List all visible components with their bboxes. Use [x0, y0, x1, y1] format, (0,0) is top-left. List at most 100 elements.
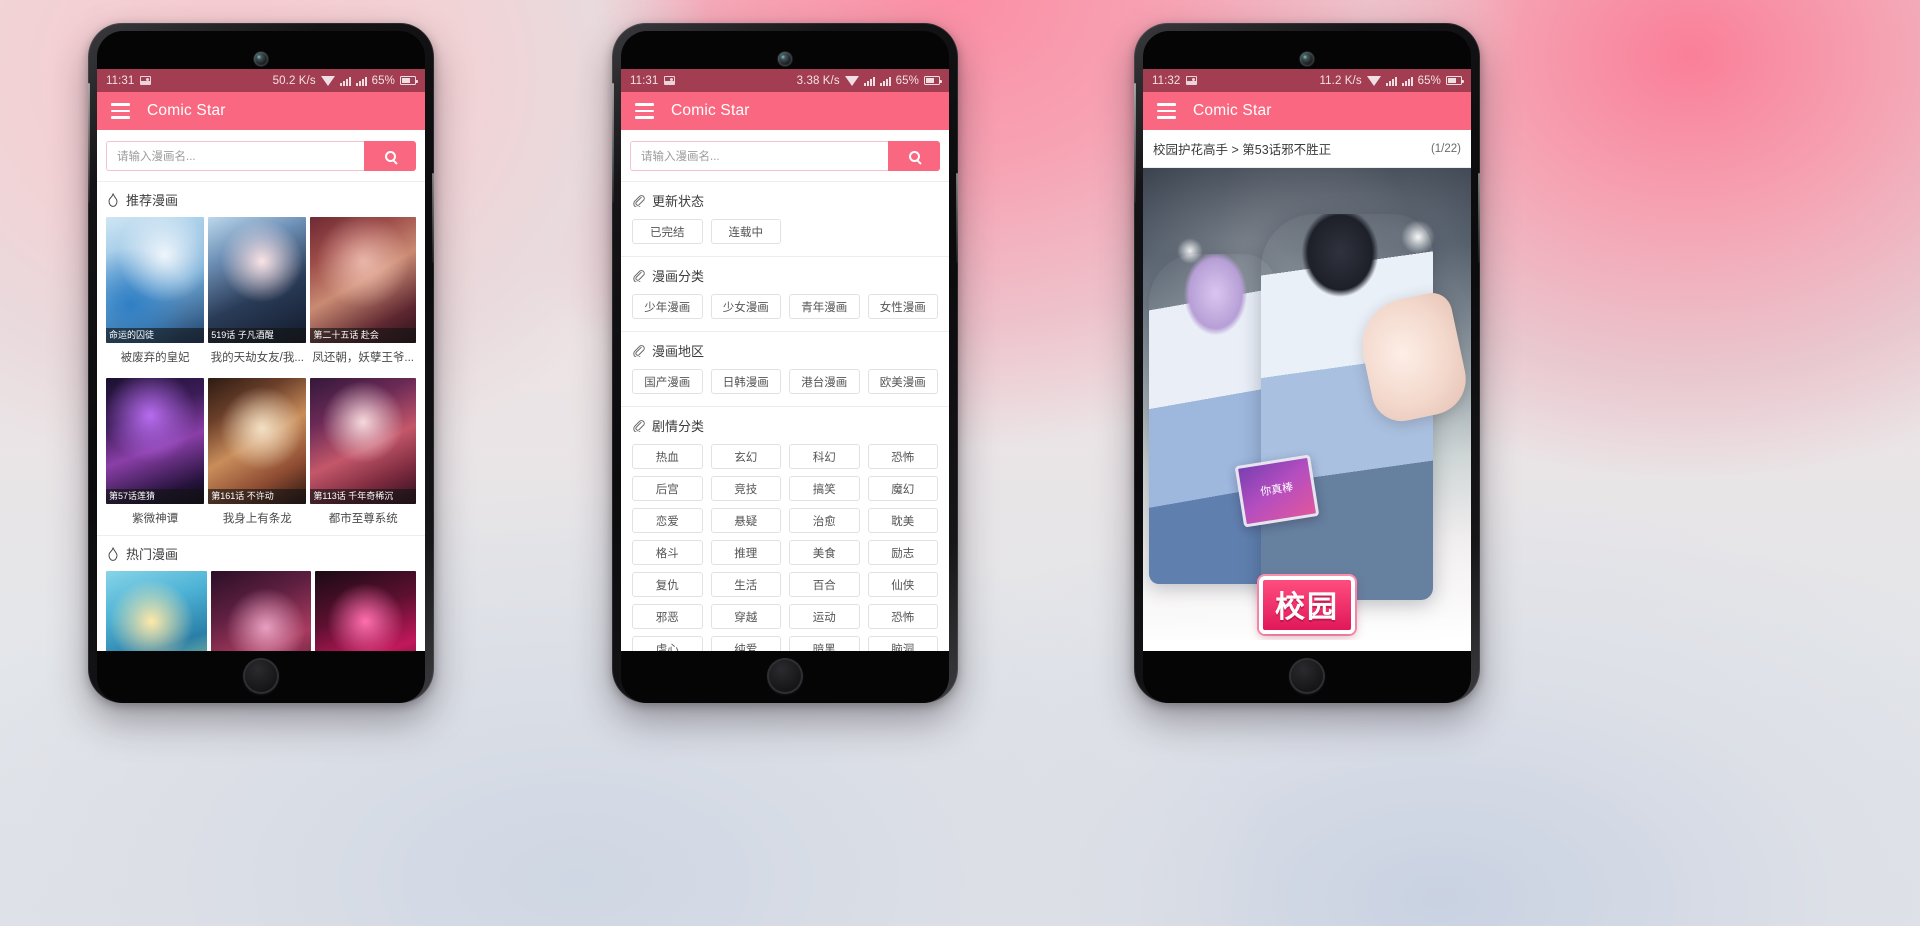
battery-percent: 65% [1417, 74, 1441, 87]
phone-bottom-bezel [621, 651, 949, 703]
filter-chip[interactable]: 竞技 [710, 476, 781, 501]
search-bar: 请输入漫画名... [97, 130, 425, 181]
comic-card[interactable]: 519话 子凡酒醒 我的天劫女友/我... [208, 217, 307, 374]
network-speed: 50.2 K/s [272, 74, 316, 87]
comic-card[interactable]: 第57话莲猜 紫微神谭 [106, 378, 205, 535]
home-button[interactable] [243, 658, 279, 694]
filter-chip[interactable]: 港台漫画 [789, 369, 860, 394]
status-bar: 11:31 50.2 K/s 65% [97, 69, 425, 92]
signal-icon-2 [355, 76, 367, 86]
filter-chip[interactable]: 少女漫画 [710, 294, 781, 319]
filter-chip[interactable]: 玄幻 [710, 444, 781, 469]
home-button[interactable] [1289, 658, 1325, 694]
filter-chip[interactable]: 美食 [789, 540, 860, 565]
search-input[interactable]: 请输入漫画名... [106, 141, 364, 171]
filter-chip[interactable]: 连载中 [710, 219, 781, 244]
network-speed: 3.38 K/s [796, 74, 840, 87]
comic-thumbnail[interactable]: 命运的囚徒 [106, 217, 205, 343]
phone-screen-home: 11:31 50.2 K/s 65% Comic Star 请输入漫画名... … [97, 69, 425, 651]
comic-thumbnail[interactable]: 第161话 不许动 [208, 378, 307, 504]
search-button[interactable] [888, 141, 940, 171]
filter-chip[interactable]: 纯爱 [710, 636, 781, 651]
comic-card[interactable]: 第113话 千年奇稀沉 都市至尊系统 [310, 378, 416, 535]
comic-title: 我的天劫女友/我... [210, 352, 304, 364]
comic-card[interactable] [315, 571, 416, 651]
comic-thumbnail[interactable] [315, 571, 416, 651]
comic-thumbnail[interactable]: 第113话 千年奇稀沉 [310, 378, 416, 504]
filter-chip[interactable]: 耽美 [867, 508, 938, 533]
filter-chip[interactable]: 女性漫画 [867, 294, 938, 319]
status-bar: 11:31 3.38 K/s 65% [621, 69, 949, 92]
filter-chip[interactable]: 百合 [789, 572, 860, 597]
filter-chip[interactable]: 仙侠 [867, 572, 938, 597]
filter-chip[interactable]: 科幻 [789, 444, 860, 469]
section-title: 推荐漫画 [126, 193, 179, 208]
search-input[interactable]: 请输入漫画名... [630, 141, 888, 171]
filter-chip[interactable]: 虐心 [632, 636, 703, 651]
filter-chip[interactable]: 邪恶 [632, 604, 703, 629]
phone-top-bezel [97, 31, 425, 69]
filter-chip[interactable]: 运动 [789, 604, 860, 629]
comic-card[interactable]: 第161话 不许动 我身上有条龙 [208, 378, 307, 535]
phone-top-bezel [621, 31, 949, 69]
search-button[interactable] [364, 141, 416, 171]
filter-chip[interactable]: 已完结 [632, 219, 703, 244]
comic-card[interactable] [210, 571, 312, 651]
filter-chip[interactable]: 治愈 [789, 508, 860, 533]
filter-chip[interactable]: 励志 [867, 540, 938, 565]
filter-chip[interactable]: 穿越 [710, 604, 781, 629]
signal-icon [1385, 76, 1397, 86]
battery-icon [400, 76, 418, 85]
comic-thumbnail[interactable]: 第二十五话 赴会 [310, 217, 416, 343]
comic-thumbnail[interactable]: 519话 子凡酒醒 [208, 217, 307, 343]
filter-chip[interactable]: 后宫 [632, 476, 703, 501]
filter-group-title: 漫画分类 [652, 269, 705, 284]
filter-chip[interactable]: 生活 [710, 572, 781, 597]
filter-chip[interactable]: 复仇 [632, 572, 703, 597]
filter-chip[interactable]: 格斗 [632, 540, 703, 565]
filter-chip[interactable]: 恐怖 [867, 604, 938, 629]
character-girl [1149, 254, 1277, 584]
filter-chip[interactable]: 魔幻 [867, 476, 938, 501]
hamburger-icon[interactable] [111, 103, 130, 119]
comic-thumbnail[interactable] [210, 571, 312, 651]
filter-chip[interactable]: 国产漫画 [632, 369, 703, 394]
filter-chip[interactable]: 日韩漫画 [710, 369, 781, 394]
comic-title: 我身上有条龙 [222, 513, 292, 525]
filter-chip[interactable]: 悬疑 [710, 508, 781, 533]
filter-chip[interactable]: 搞笑 [789, 476, 860, 501]
home-button[interactable] [767, 658, 803, 694]
network-speed: 11.2 K/s [1319, 74, 1362, 87]
chapter-breadcrumb[interactable]: 校园护花高手 > 第53话邪不胜正 [1153, 139, 1331, 158]
filter-chip[interactable]: 欧美漫画 [867, 369, 938, 394]
comic-card[interactable]: 第二十五话 赴会 凤还朝，妖孽王爷... [310, 217, 416, 374]
phone-device-2: 11:31 3.38 K/s 65% Comic Star 请输入漫画名... … [612, 23, 958, 703]
phone-screen-filters: 11:31 3.38 K/s 65% Comic Star 请输入漫画名... … [621, 69, 949, 651]
filter-chip[interactable]: 脑洞 [867, 636, 938, 651]
filter-chip[interactable]: 推理 [710, 540, 781, 565]
comic-card[interactable] [106, 571, 207, 651]
status-time: 11:31 [630, 74, 659, 87]
hamburger-icon[interactable] [1157, 103, 1176, 119]
comic-thumbnail[interactable] [106, 571, 207, 651]
front-camera-icon [254, 52, 268, 66]
filter-group-title: 漫画地区 [652, 344, 705, 359]
filter-chip[interactable]: 热血 [632, 444, 703, 469]
filter-chip[interactable]: 青年漫画 [789, 294, 860, 319]
phone-bottom-bezel [97, 651, 425, 703]
filter-chip[interactable]: 恋爱 [632, 508, 703, 533]
comic-page-image[interactable]: 你真棒 校园 [1143, 168, 1471, 640]
section-title: 热门漫画 [126, 547, 179, 562]
app-title: Comic Star [671, 102, 750, 119]
comic-thumbnail[interactable]: 第57话莲猜 [106, 378, 205, 504]
filter-chip[interactable]: 少年漫画 [632, 294, 703, 319]
comic-title: 被废弃的皇妃 [120, 352, 190, 364]
paperclip-icon [633, 345, 645, 357]
comic-card[interactable]: 命运的囚徒 被废弃的皇妃 [106, 217, 205, 374]
filter-chip[interactable]: 暗黑 [789, 636, 860, 651]
comic-title: 都市至尊系统 [328, 513, 398, 525]
search-icon [384, 150, 396, 162]
filter-group-header: 更新状态 [621, 182, 949, 217]
hamburger-icon[interactable] [635, 103, 654, 119]
filter-chip[interactable]: 恐怖 [867, 444, 938, 469]
